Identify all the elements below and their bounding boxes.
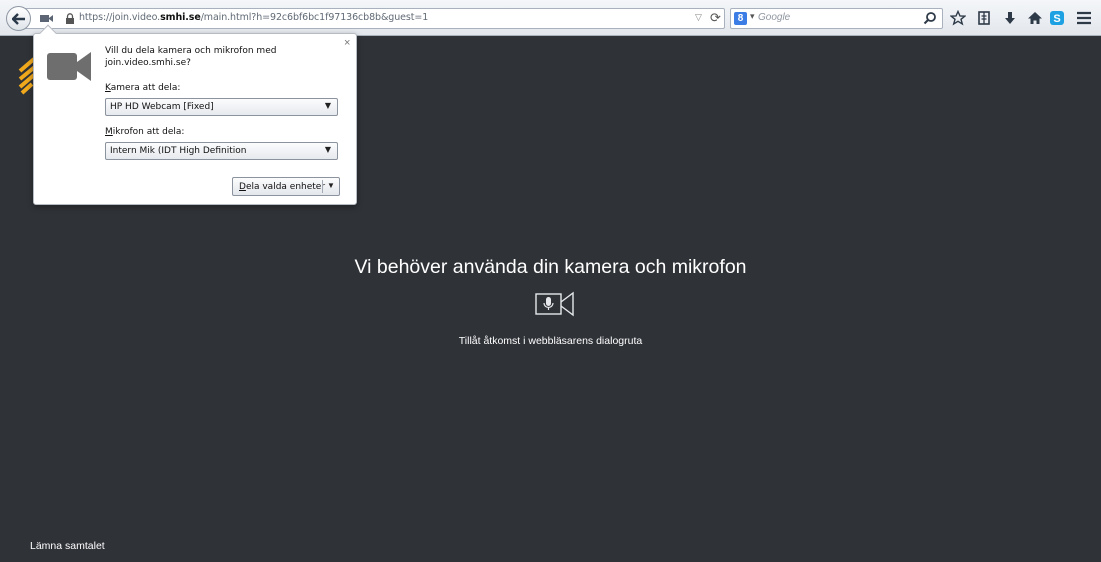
permission-subtext: Tillåt åtkomst i webbläsarens dialogruta: [458, 335, 643, 347]
search-placeholder[interactable]: Google: [758, 12, 790, 23]
camera-select[interactable]: HP HD Webcam [Fixed] ▼: [105, 98, 338, 116]
chevron-down-icon: ▼: [324, 145, 331, 154]
media-permission-popup: × Vill du dela kamera och mikrofon med j…: [33, 24, 357, 205]
downloads-icon[interactable]: [1001, 9, 1019, 27]
url-bar[interactable]: https://join.video.smhi.se/main.html?h=9…: [22, 8, 725, 29]
search-bar[interactable]: 8 ▾ Google: [730, 8, 943, 29]
camera-select-value: HP HD Webcam [Fixed]: [110, 102, 214, 112]
video-camera-icon: [47, 52, 91, 81]
url-text[interactable]: https://join.video.smhi.se/main.html?h=9…: [79, 12, 428, 23]
share-button-divider: [322, 180, 323, 193]
popup-close-icon[interactable]: ×: [344, 37, 350, 49]
popup-question: Vill du dela kamera och mikrofon med joi…: [105, 46, 277, 68]
browser-toolbar: https://join.video.smhi.se/main.html?h=9…: [0, 0, 1101, 36]
microphone-select-value: Intern Mik (IDT High Definition: [110, 146, 247, 156]
bookmark-star-icon[interactable]: [949, 9, 967, 27]
svg-text:S: S: [1053, 13, 1060, 25]
camera-sharing-indicator-icon[interactable]: [39, 12, 57, 25]
camera-microphone-icon: [535, 291, 574, 317]
permission-heading: Vi behöver använda din kamera och mikrof…: [354, 256, 747, 278]
back-button[interactable]: [6, 6, 31, 31]
hamburger-menu-icon[interactable]: [1075, 9, 1093, 27]
share-selected-devices-button[interactable]: Dela valda enheter ▼: [232, 177, 340, 196]
share-button-label: Dela valda enheter: [239, 182, 326, 192]
search-engine-caret-icon[interactable]: ▾: [750, 11, 755, 22]
microphone-label: Mikrofon att dela:: [105, 127, 185, 137]
back-arrow-icon: [11, 12, 25, 25]
home-icon[interactable]: [1026, 9, 1044, 27]
url-dropdown-icon[interactable]: ▽: [695, 12, 702, 23]
share-options-dropdown-icon[interactable]: ▼: [327, 181, 335, 190]
lock-icon[interactable]: [65, 13, 75, 24]
skype-icon[interactable]: S: [1048, 9, 1066, 27]
reload-icon[interactable]: ⟳: [710, 10, 721, 26]
camera-label: Kamera att dela:: [105, 83, 181, 93]
search-icon[interactable]: [923, 11, 937, 25]
chevron-down-icon: ▼: [324, 101, 331, 110]
leave-call-link[interactable]: Lämna samtalet: [30, 540, 105, 552]
bookmarks-menu-icon[interactable]: [975, 9, 993, 27]
search-engine-icon[interactable]: 8: [734, 12, 747, 25]
microphone-select[interactable]: Intern Mik (IDT High Definition ▼: [105, 142, 338, 160]
